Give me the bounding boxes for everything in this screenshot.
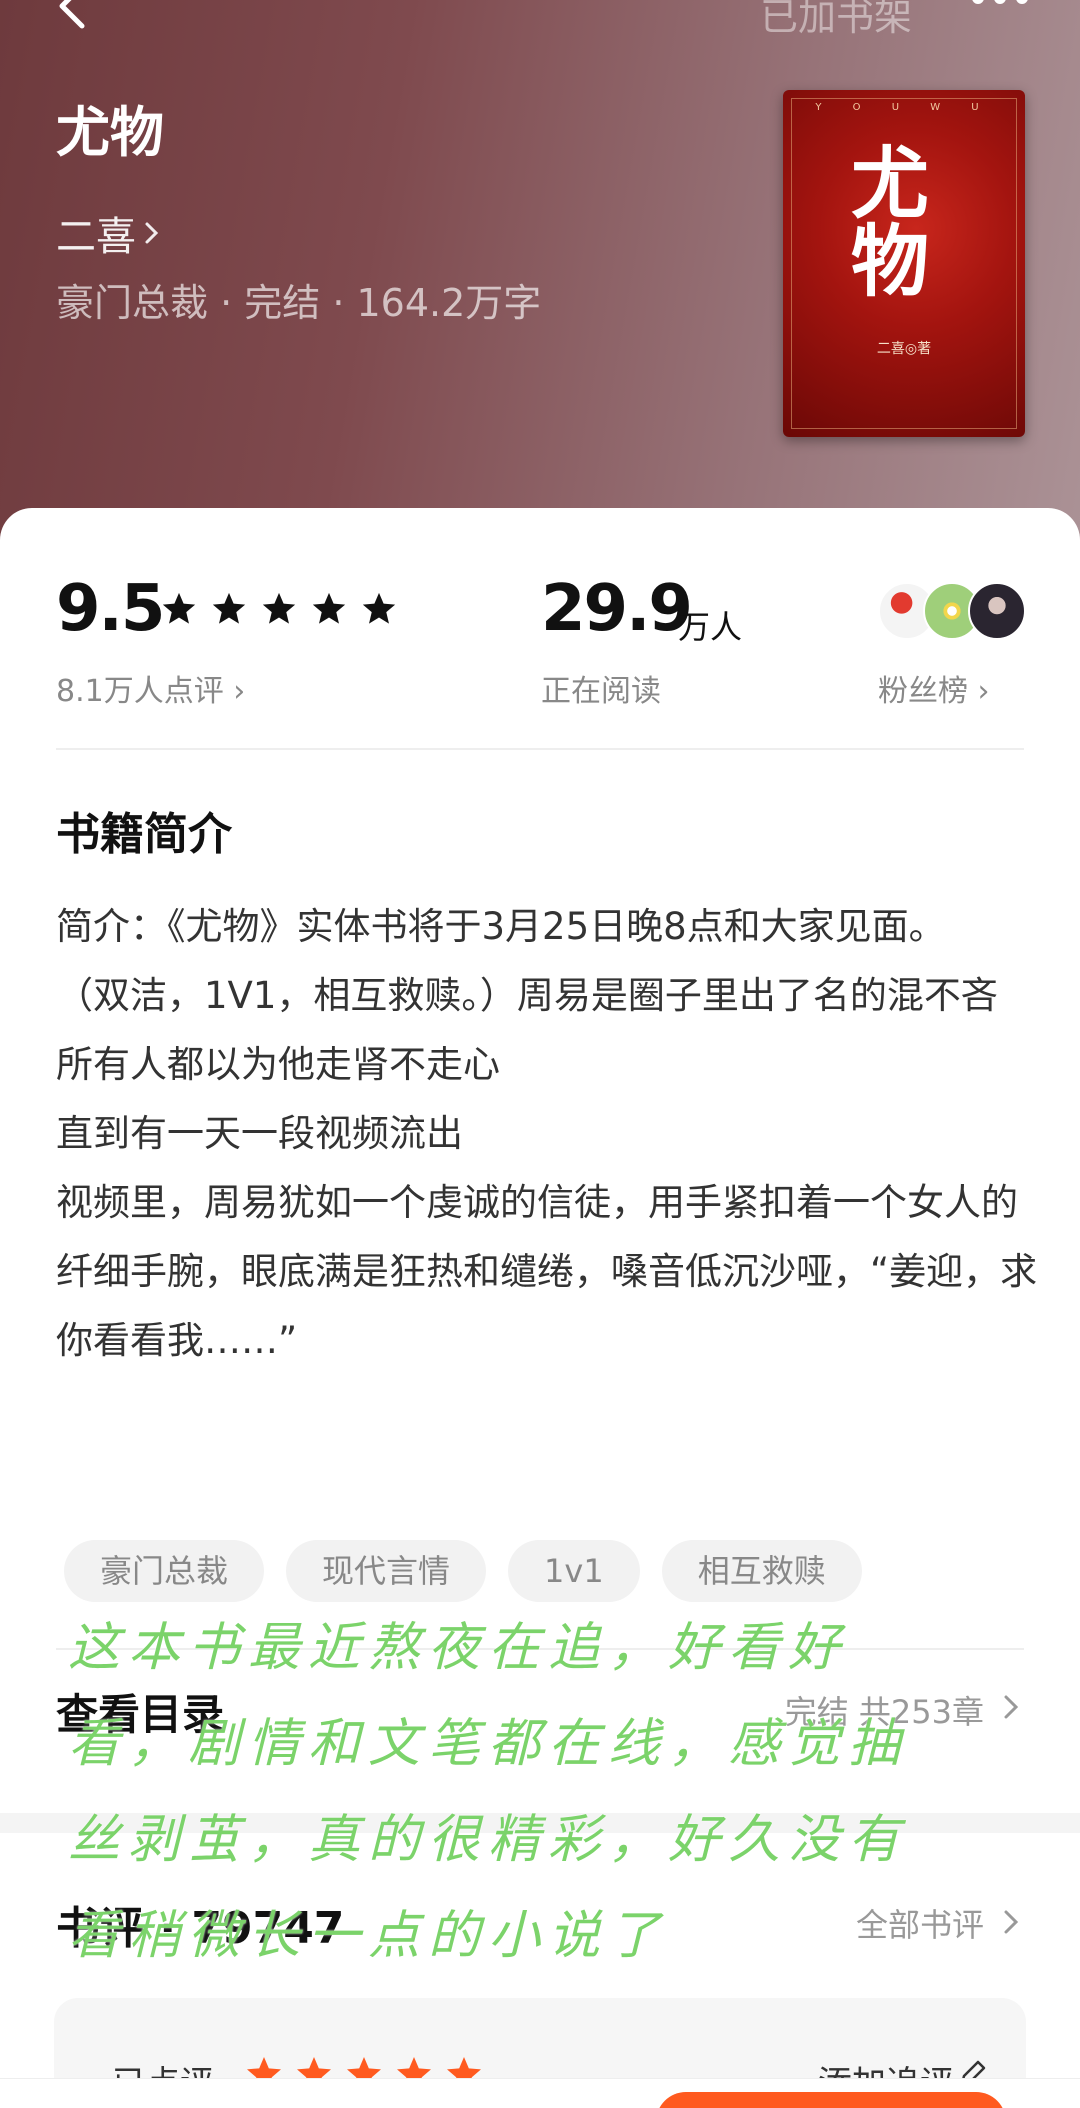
chevron-right-icon — [145, 222, 159, 244]
tag-chip[interactable]: 相互救赎 — [661, 1540, 862, 1602]
intro-line: 直到有一天一段视频流出 — [56, 1112, 463, 1155]
book-meta: 豪门总裁 · 完结 · 164.2万字 — [56, 281, 542, 325]
section-divider — [0, 1813, 1080, 1833]
readers-label: 正在阅读 — [541, 674, 661, 709]
reviews-header: 书评 · 79747 全部书评 — [56, 1892, 1024, 1962]
tag-chip[interactable]: 现代言情 — [286, 1540, 487, 1602]
author-link[interactable]: 二喜 — [56, 204, 162, 262]
book-cover[interactable]: Y O U W U 尤物 二喜◎著 — [783, 90, 1025, 437]
star-icon — [362, 592, 396, 624]
book-title: 尤物 — [56, 101, 164, 164]
more-options-icon[interactable] — [972, 0, 1032, 12]
read-now-button[interactable] — [656, 2092, 1006, 2108]
back-arrow-icon[interactable] — [46, 0, 106, 38]
author-name: 二喜 — [56, 214, 136, 260]
cover-title: 尤物 — [838, 142, 929, 298]
intro-line: 所有人都以为他走肾不走心 — [56, 1043, 500, 1086]
stats-row: 9.5 8.1万人点评 › 29.9 万人 正在阅读 粉丝榜 › — [0, 508, 1080, 748]
book-header: 已加书架 尤物 二喜 豪门总裁 · 完结 · 164.2万字 Y O U W U… — [0, 0, 1080, 560]
divider — [56, 1648, 1024, 1650]
star-icon — [312, 592, 346, 624]
rating-count-link[interactable]: 8.1万人点评 › — [56, 666, 245, 710]
intro-line: （双洁，1V1，相互救赎。）周易是圈子里出了名的混不吝 — [56, 974, 998, 1017]
chapter-count: 完结 共253章 — [784, 1693, 984, 1731]
cover-author: 二喜◎著 — [876, 341, 932, 357]
reviews-title: 书评 · 79747 — [56, 1903, 345, 1954]
table-of-contents-row[interactable]: 查看目录 完结 共253章 — [56, 1673, 1024, 1743]
star-icon — [262, 592, 296, 624]
all-reviews-link[interactable]: 全部书评 — [856, 1900, 984, 1946]
chevron-right-icon — [1004, 1910, 1019, 1934]
star-icon — [212, 592, 246, 624]
intro-text[interactable]: 简介：《尤物》实体书将于3月25日晚8点和大家见面。 （双洁，1V1，相互救赎。… — [56, 892, 1040, 1375]
tag-chip[interactable]: 1v1 — [508, 1540, 640, 1602]
chevron-right-icon — [1004, 1695, 1019, 1719]
divider — [56, 748, 1024, 750]
tag-chip[interactable]: 豪门总裁 — [64, 1540, 265, 1602]
fans-avatars[interactable] — [878, 582, 1026, 642]
toc-label: 查看目录 — [56, 1690, 225, 1739]
rating-stars — [160, 590, 398, 628]
added-to-shelf-label[interactable]: 已加书架 — [760, 0, 912, 41]
book-detail-card: 9.5 8.1万人点评 › 29.9 万人 正在阅读 粉丝榜 › 书籍简介 简介… — [0, 508, 1080, 2108]
tag-list: 豪门总裁 现代言情 1v1 相互救赎 — [64, 1540, 862, 1602]
fans-ranking-link[interactable]: 粉丝榜 › — [878, 666, 990, 710]
readers-unit: 万人 — [678, 608, 743, 646]
avatar — [968, 582, 1026, 640]
intro-line: 视频里，周易犹如一个虔诚的信徒，用手紧扣着一个女人的纤细手腕，眼底满是狂热和缱绻… — [56, 1181, 1038, 1362]
cover-pinyin: Y O U W U — [815, 102, 993, 113]
intro-heading: 书籍简介 — [56, 809, 232, 860]
readers-count: 29.9 — [541, 572, 693, 646]
intro-line: 简介：《尤物》实体书将于3月25日晚8点和大家见面。 — [56, 905, 946, 948]
rating-score: 9.5 — [56, 572, 165, 646]
star-icon — [162, 592, 196, 624]
